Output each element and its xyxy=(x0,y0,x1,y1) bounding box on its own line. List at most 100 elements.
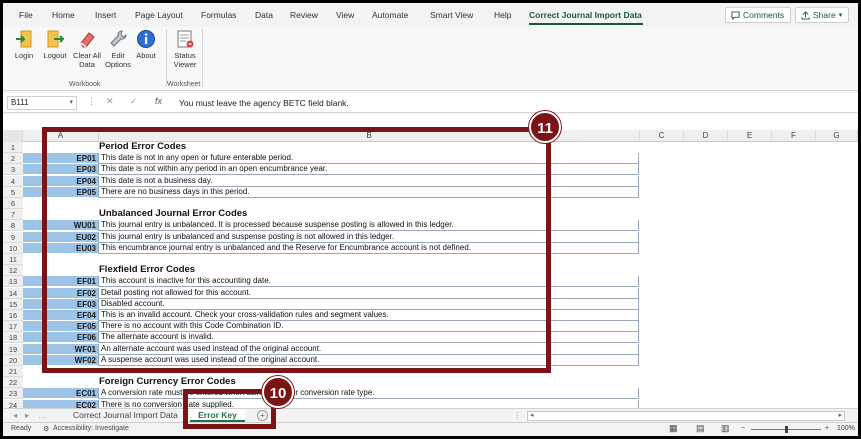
row-header[interactable]: 12 xyxy=(3,265,23,277)
row-header[interactable]: 23 xyxy=(3,388,23,400)
callout-badge-11: 11 xyxy=(529,111,561,143)
row-header[interactable]: 20 xyxy=(3,354,23,366)
wrench-icon xyxy=(110,30,127,47)
horizontal-scrollbar[interactable]: ◂ ▸ xyxy=(527,411,845,421)
logout-label: Logout xyxy=(43,51,67,60)
insert-function-icon[interactable]: fx xyxy=(155,96,162,106)
row-header[interactable]: 17 xyxy=(3,321,23,333)
column-header-g[interactable]: G xyxy=(816,130,858,142)
tab-data[interactable]: Data xyxy=(255,10,273,20)
login-button[interactable]: Login xyxy=(13,29,35,60)
row-header[interactable]: 11 xyxy=(3,254,23,265)
row-header[interactable]: 4 xyxy=(3,175,23,187)
row-header[interactable]: 9 xyxy=(3,231,23,243)
callout-highlight-error-codes xyxy=(42,127,551,373)
row-header[interactable]: 21 xyxy=(3,366,23,377)
share-icon xyxy=(801,10,810,20)
tab-file[interactable]: File xyxy=(19,10,33,20)
formula-input[interactable]: You must leave the agency BETC field bla… xyxy=(179,98,349,108)
row-header[interactable]: 10 xyxy=(3,242,23,254)
comments-button[interactable]: Comments xyxy=(725,7,791,23)
row-header[interactable]: 8 xyxy=(3,220,23,232)
column-header-c[interactable]: C xyxy=(640,130,684,142)
about-button[interactable]: About xyxy=(133,29,159,60)
scroll-left-icon[interactable]: ◂ xyxy=(530,411,534,419)
row-header[interactable]: 2 xyxy=(3,153,23,165)
status-bar: Ready ⚙ Accessibility: Investigate ▦ ▤ ▥… xyxy=(3,422,858,436)
tab-page-layout[interactable]: Page Layout xyxy=(135,10,183,20)
edit-options-button[interactable]: Edit Options xyxy=(102,29,134,69)
tab-formulas[interactable]: Formulas xyxy=(201,10,236,20)
enter-icon[interactable]: ✓ xyxy=(130,96,138,107)
about-label: About xyxy=(136,51,156,60)
row-header[interactable]: 18 xyxy=(3,332,23,344)
scroll-prev-sheet-icon[interactable]: ◂ xyxy=(13,410,17,421)
group-label-workbook: Workbook xyxy=(69,81,101,88)
row-header[interactable]: 14 xyxy=(3,287,23,299)
share-button[interactable]: Share ▾ xyxy=(795,7,849,23)
ribbon-panel: Login Logout Clear All Data Edit Options… xyxy=(3,27,858,91)
callout-badge-10: 10 xyxy=(262,376,294,408)
share-label: Share xyxy=(813,10,836,20)
edit-options-label: Edit Options xyxy=(105,51,131,69)
column-header-f[interactable]: F xyxy=(772,130,816,142)
sheet-tab-correct-journal-import-data[interactable]: Correct Journal Import Data xyxy=(73,410,178,420)
tab-automate[interactable]: Automate xyxy=(372,10,408,20)
tab-review[interactable]: Review xyxy=(290,10,318,20)
chevron-down-icon: ▾ xyxy=(69,99,73,106)
page-break-view-icon[interactable]: ▥ xyxy=(721,423,730,434)
eraser-icon xyxy=(80,32,95,48)
scroll-right-icon[interactable]: ▸ xyxy=(838,411,842,419)
tab-help[interactable]: Help xyxy=(494,10,511,20)
tab-view[interactable]: View xyxy=(336,10,354,20)
zoom-level[interactable]: 100% xyxy=(837,425,855,432)
column-header-e[interactable]: E xyxy=(728,130,772,142)
tab-smart-view[interactable]: Smart View xyxy=(430,10,473,20)
comment-icon xyxy=(731,10,740,20)
status-accessibility[interactable]: Accessibility: Investigate xyxy=(53,425,129,432)
error-description-cell[interactable]: A conversion rate must be entered when u… xyxy=(98,388,639,400)
zoom-slider-thumb[interactable] xyxy=(785,426,788,433)
zoom-in-icon[interactable]: + xyxy=(825,425,829,432)
row-header[interactable]: 1 xyxy=(3,142,23,153)
select-all-corner[interactable] xyxy=(3,130,23,142)
sheet-tab-bar: ◂ ▸ … Correct Journal Import Data Error … xyxy=(3,408,858,422)
tab-splitter-icon[interactable]: ⋮ xyxy=(513,410,522,421)
more-icon: ⋮ xyxy=(87,96,96,106)
active-tab-underline xyxy=(529,23,643,25)
login-icon xyxy=(16,30,32,48)
tab-correct-journal-import-data[interactable]: Correct Journal Import Data xyxy=(529,10,642,20)
row-header[interactable]: 15 xyxy=(3,298,23,310)
row-header[interactable]: 22 xyxy=(3,377,23,389)
row-header[interactable]: 6 xyxy=(3,198,23,209)
row-header[interactable]: 7 xyxy=(3,209,23,221)
row-header[interactable]: 16 xyxy=(3,310,23,321)
page-layout-view-icon[interactable]: ▤ xyxy=(696,423,705,434)
name-box-value: B111 xyxy=(11,98,29,107)
row-header[interactable]: 5 xyxy=(3,186,23,198)
status-viewer-label: Status Viewer xyxy=(173,51,197,69)
excel-window: File Home Insert Page Layout Formulas Da… xyxy=(3,3,858,436)
row-header[interactable]: 13 xyxy=(3,276,23,288)
status-viewer-button[interactable]: Status Viewer xyxy=(170,29,200,69)
zoom-out-icon[interactable]: − xyxy=(741,425,745,432)
clear-all-data-button[interactable]: Clear All Data xyxy=(72,29,102,69)
logout-button[interactable]: Logout xyxy=(40,29,70,60)
ribbon-tab-bar: File Home Insert Page Layout Formulas Da… xyxy=(3,3,858,27)
group-separator xyxy=(166,29,167,87)
group-label-worksheet: Worksheet xyxy=(167,81,201,88)
column-header-d[interactable]: D xyxy=(684,130,728,142)
more-sheets-icon[interactable]: … xyxy=(38,410,47,420)
error-code-cell[interactable]: EC01 xyxy=(23,388,98,400)
logout-icon xyxy=(47,30,65,48)
scroll-next-sheet-icon[interactable]: ▸ xyxy=(25,410,29,421)
tab-home[interactable]: Home xyxy=(52,10,75,20)
tab-insert[interactable]: Insert xyxy=(95,10,116,20)
normal-view-icon[interactable]: ▦ xyxy=(669,423,678,434)
cancel-icon[interactable]: ✕ xyxy=(106,96,114,107)
comments-label: Comments xyxy=(743,10,785,20)
section-title[interactable]: Foreign Currency Error Codes xyxy=(99,376,236,387)
row-header[interactable]: 19 xyxy=(3,343,23,355)
row-header[interactable]: 3 xyxy=(3,164,23,176)
name-box[interactable]: B111 ▾ xyxy=(7,96,77,110)
